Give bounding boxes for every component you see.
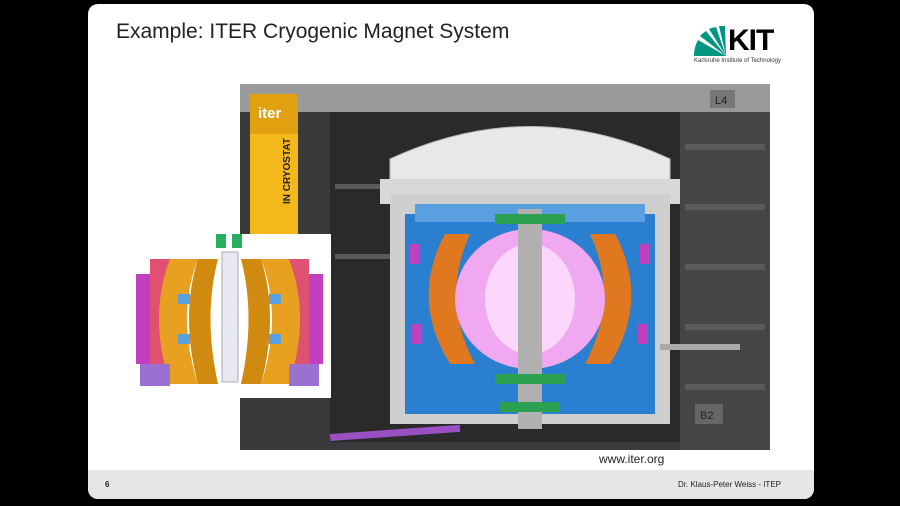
footer-author: Dr. Klaus-Peter Weiss - ITEP — [678, 480, 781, 489]
kit-logo-subtitle: Karlsruhe Institute of Technology — [694, 58, 781, 64]
level-l4-label: L4 — [715, 95, 727, 107]
slide: Example: ITER Cryogenic Magnet System KI… — [88, 4, 814, 499]
page-number: 6 — [105, 480, 110, 489]
slide-title: Example: ITER Cryogenic Magnet System — [116, 20, 510, 43]
iter-banner-vertical-text: IN CRYOSTAT — [282, 138, 293, 204]
kit-logo-text: KIT — [728, 24, 774, 57]
kit-logo-icon — [693, 25, 726, 56]
magnet-coil-inset-image — [128, 234, 331, 398]
level-b2-label: B2 — [700, 410, 713, 422]
source-url[interactable]: www.iter.org — [599, 452, 664, 466]
kit-logo: KIT Karlsruhe Institute of Technology — [692, 24, 787, 66]
iter-banner-brand: iter — [258, 105, 282, 122]
